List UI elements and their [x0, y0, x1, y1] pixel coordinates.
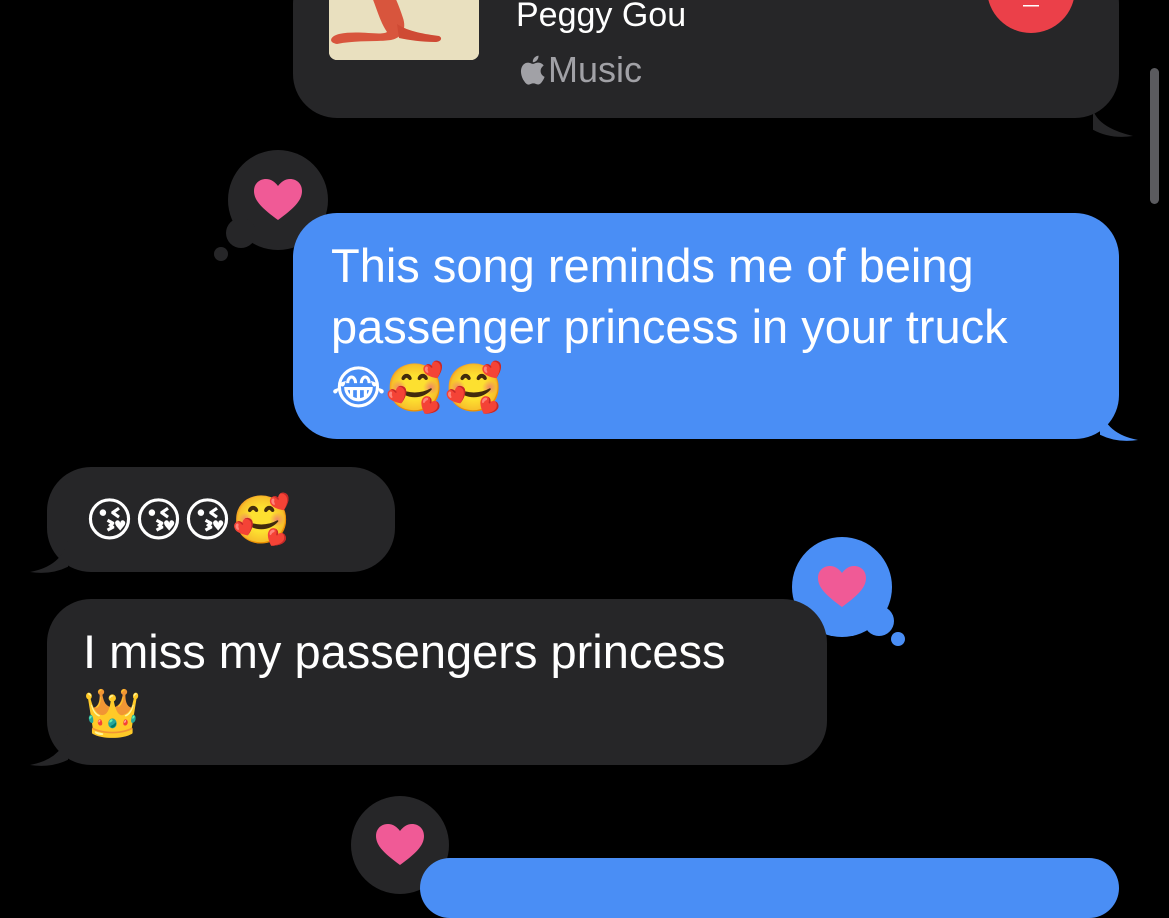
- album-art-thumbnail[interactable]: [329, 0, 479, 60]
- message-text: 😘😘😘🥰: [85, 493, 291, 546]
- bubble-tail: [30, 540, 68, 573]
- reaction-tail-dot: [226, 218, 256, 248]
- reaction-tail-dot: [864, 606, 894, 636]
- heart-icon: [376, 824, 424, 865]
- scroll-indicator[interactable]: [1150, 68, 1159, 204]
- bubble-tail: [1093, 110, 1133, 137]
- message-text: I miss my passengers princess 👑: [83, 625, 726, 739]
- heart-icon: [818, 566, 866, 607]
- music-provider: Music: [516, 48, 642, 92]
- received-message-bubble[interactable]: 😘😘😘🥰: [47, 467, 395, 572]
- reaction-tail-dot: [214, 247, 228, 261]
- play-icon: [1023, 5, 1039, 7]
- reaction-tail-dot: [891, 632, 905, 646]
- message-text: This song reminds me of being passenger …: [331, 239, 1008, 414]
- bubble-tail: [1100, 408, 1138, 441]
- received-message-bubble[interactable]: I miss my passengers princess 👑: [47, 599, 827, 765]
- sent-message-bubble[interactable]: This song reminds me of being passenger …: [293, 213, 1119, 439]
- sent-message-bubble[interactable]: [420, 858, 1119, 918]
- apple-logo-icon: [520, 55, 545, 85]
- music-artist-name: Peggy Gou: [516, 0, 687, 34]
- heart-icon: [254, 179, 302, 220]
- provider-label: Music: [548, 49, 643, 90]
- bubble-tail: [30, 733, 68, 766]
